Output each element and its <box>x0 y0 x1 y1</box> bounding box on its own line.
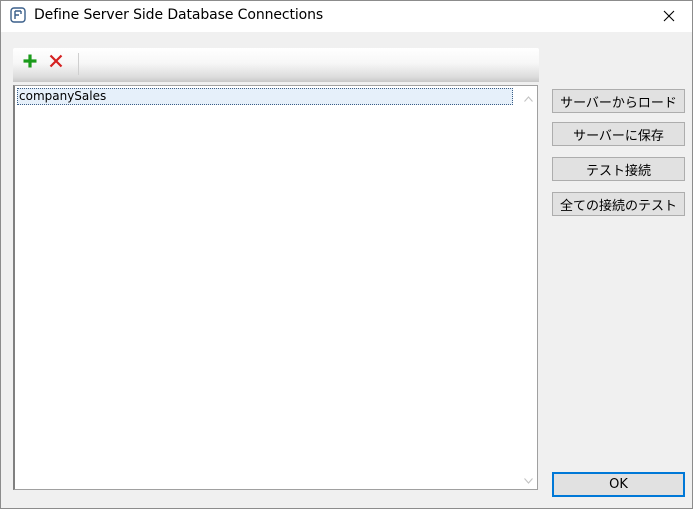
app-icon <box>10 7 26 23</box>
plus-icon <box>22 53 38 73</box>
test-all-connections-button[interactable]: 全ての接続のテスト <box>552 192 685 216</box>
load-from-server-button[interactable]: サーバーからロード <box>552 89 685 113</box>
window-title: Define Server Side Database Connections <box>34 7 324 23</box>
test-connection-button[interactable]: テスト接続 <box>552 157 685 181</box>
connections-toolbar <box>13 48 539 82</box>
add-connection-button[interactable] <box>20 53 40 73</box>
vertical-scrollbar[interactable] <box>520 86 537 489</box>
delete-connection-button[interactable] <box>46 53 66 73</box>
connections-list[interactable]: companySales <box>13 85 538 490</box>
delete-x-icon <box>48 53 64 73</box>
list-item[interactable]: companySales <box>17 88 513 105</box>
chevron-up-icon <box>524 87 533 106</box>
dialog-window: Define Server Side Database Connections <box>0 0 693 509</box>
scroll-up-button[interactable] <box>520 88 537 105</box>
close-button[interactable] <box>646 1 692 32</box>
toolbar-separator <box>78 53 79 75</box>
ok-button[interactable]: OK <box>552 472 685 497</box>
save-to-server-button[interactable]: サーバーに保存 <box>552 122 685 146</box>
close-icon <box>663 7 675 26</box>
title-bar: Define Server Side Database Connections <box>1 1 692 32</box>
scroll-down-button[interactable] <box>520 470 537 487</box>
chevron-down-icon <box>524 469 533 488</box>
dialog-content: companySales サーバーからロード サーバーに保存 テスト接続 全ての… <box>1 32 692 508</box>
